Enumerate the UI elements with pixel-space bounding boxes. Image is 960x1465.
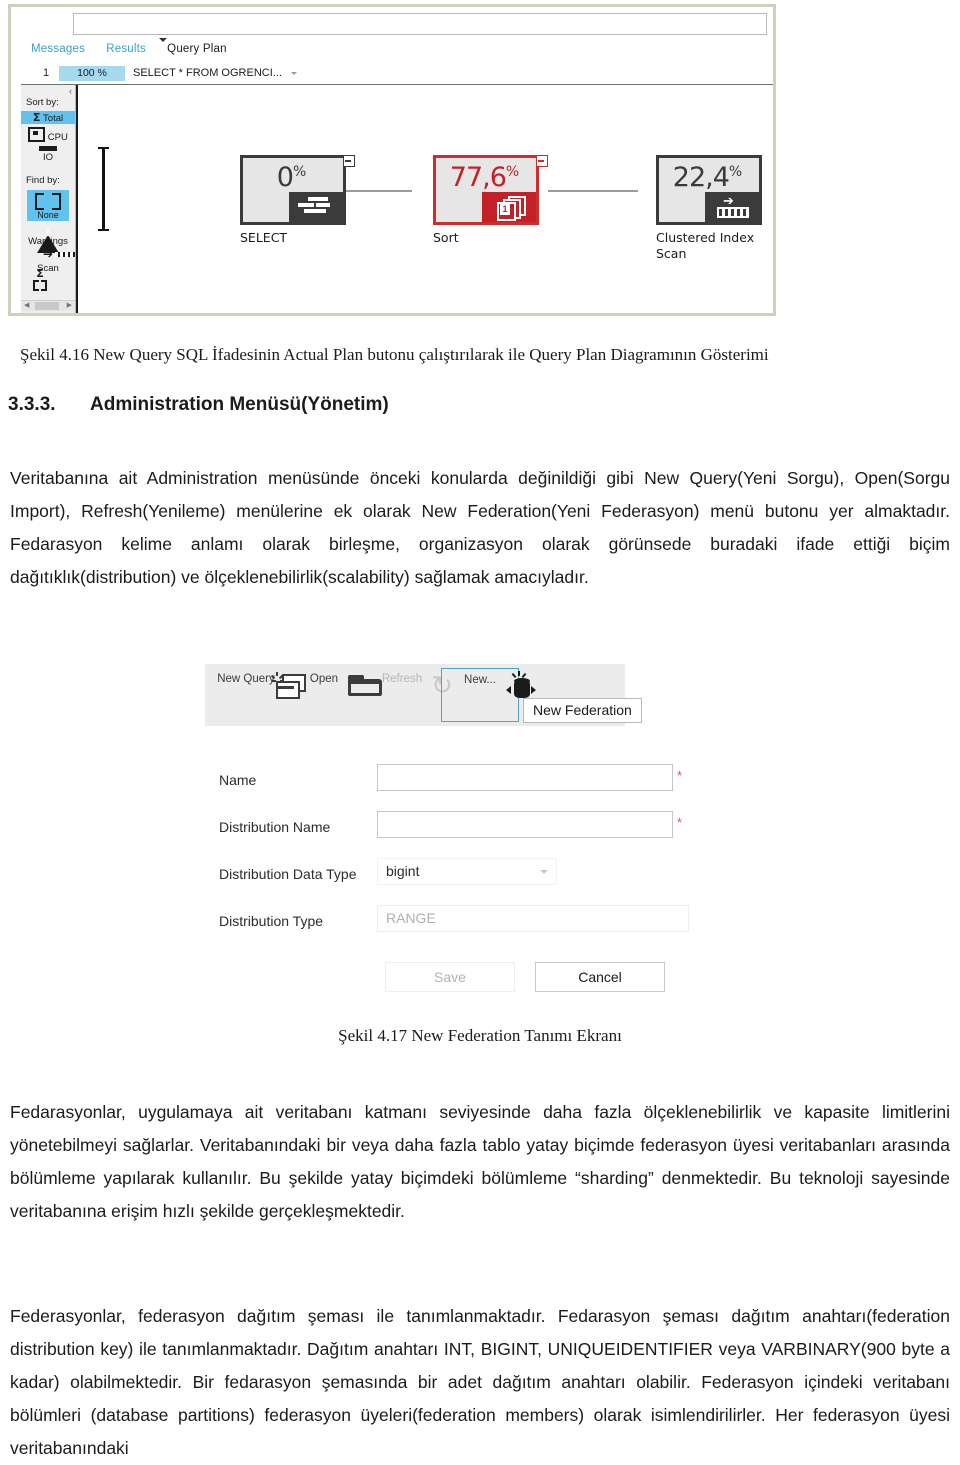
rail-option-total[interactable]: Σ Total: [21, 111, 75, 124]
new-federation-figure: New Query Open ↻ Refresh New... New Fede…: [205, 664, 725, 1014]
distribution-type-value: RANGE: [377, 905, 689, 932]
scroll-left-icon[interactable]: ◀: [24, 301, 29, 309]
form-row-distribution-name: Distribution Name *: [205, 811, 725, 858]
plan-node-select[interactable]: 0% SELECT: [240, 155, 355, 246]
plan-node-select-label: SELECT: [240, 230, 288, 245]
label-distribution-data-type: Distribution Data Type: [219, 866, 357, 882]
cancel-button[interactable]: Cancel: [535, 962, 665, 992]
tab-query-plan[interactable]: Query Plan: [167, 43, 227, 55]
rail-option-none[interactable]: None: [27, 190, 69, 221]
distribution-data-type-select[interactable]: bigint: [377, 858, 557, 885]
save-button[interactable]: Save: [385, 962, 515, 992]
result-pane-tabs: Messages Results Query Plan: [31, 43, 245, 63]
sigma-small-icon[interactable]: Σ: [36, 267, 44, 280]
new-federation-form: Name * Distribution Name * Distribution …: [205, 764, 725, 952]
collapse-node-icon[interactable]: [536, 155, 548, 167]
tooltip-new-federation: New Federation: [523, 698, 642, 723]
clustered-index-scan-icon: ➔: [705, 192, 759, 222]
label-name: Name: [219, 772, 257, 788]
chevron-down-icon: [159, 38, 167, 42]
paragraph-federation-distribution-key: Federasyonlar, federasyon dağıtım şeması…: [10, 1306, 950, 1458]
plan-node-sort[interactable]: 77,6% 1 Sort: [433, 155, 548, 246]
toolbar-button-refresh: ↻ Refresh: [363, 670, 453, 700]
plan-node-sort-label: Sort: [433, 230, 459, 245]
select-icon: [289, 192, 343, 222]
label-distribution-type: Distribution Type: [219, 913, 324, 929]
find-by-label: Find by:: [26, 175, 60, 186]
connector-select-sort: [346, 190, 412, 192]
toolbar-button-open[interactable]: Open: [285, 670, 382, 696]
scroll-right-icon[interactable]: ▶: [67, 301, 72, 309]
form-row-distribution-type: Distribution Type RANGE: [205, 905, 725, 952]
toolbar-button-new-federation[interactable]: New...: [441, 668, 536, 722]
chevron-down-icon[interactable]: [540, 870, 548, 874]
tab-results[interactable]: Results: [106, 43, 146, 55]
section-number: 3.3.3.: [8, 394, 56, 415]
plan-node-sort-cost: 77,6%: [449, 162, 519, 193]
required-marker-name: *: [677, 768, 683, 783]
toolbar-button-new-query[interactable]: New Query: [207, 670, 306, 699]
connector-sort-scan: [548, 190, 638, 192]
section-heading-333: 3.3.3. Administration Menüsü(Yönetim): [8, 394, 952, 416]
plan-node-select-cost: 0%: [276, 162, 307, 193]
paragraph-administration-menu: Veritabanına ait Administration menüsünd…: [10, 468, 950, 587]
required-marker-distribution-name: *: [677, 815, 683, 830]
rail-option-warnings[interactable]: Warnings: [21, 224, 75, 253]
section-title: Administration Menüsü(Yönetim): [90, 394, 389, 415]
rail-option-none-label: None: [37, 210, 59, 220]
vertical-ruler: [98, 147, 109, 231]
plan-node-select-box[interactable]: 0%: [240, 155, 355, 225]
plan-tool-rail: ‹ Sort by: Σ Total CPU IO Find by: None …: [21, 85, 76, 313]
sigma-icon: Σ: [32, 111, 41, 124]
query-editor-strip: [73, 13, 767, 35]
form-actions: Save Cancel: [205, 962, 725, 994]
name-input[interactable]: [377, 764, 673, 791]
statement-chevron-icon[interactable]: [291, 72, 297, 75]
query-plan-figure: Messages Results Query Plan 1 100 % SELE…: [8, 4, 776, 316]
label-distribution-name: Distribution Name: [219, 819, 331, 835]
rail-option-io[interactable]: IO: [21, 146, 75, 163]
fit-to-screen-icon[interactable]: [33, 280, 47, 291]
warning-triangle-icon: [37, 224, 59, 253]
query-statement-text: SELECT * FROM OGRENCI...: [133, 67, 282, 79]
sort-icon: 1: [482, 192, 536, 222]
plan-node-scan-box[interactable]: 22,4% ➔: [656, 155, 762, 225]
plan-node-scan-cost: 22,4%: [672, 162, 742, 193]
io-icon: [39, 146, 57, 151]
cpu-icon: [28, 127, 46, 142]
figure-caption-416: Şekil 4.16 New Query SQL İfadesinin Actu…: [20, 345, 769, 364]
figure-caption-417: Şekil 4.17 New Federation Tanımı Ekranı: [338, 1026, 622, 1045]
plan-node-sort-box[interactable]: 77,6% 1: [433, 155, 548, 225]
plan-node-clustered-index-scan[interactable]: 22,4% ➔ Clustered Index Scan: [656, 155, 762, 262]
distribution-name-input[interactable]: [377, 811, 673, 838]
scrollbar-thumb[interactable]: [35, 302, 59, 310]
paragraph-federation-scalability: Fedarasyonlar, uygulamaya ait veritabanı…: [10, 1102, 950, 1221]
query-cost-row: 1 100 % SELECT * FROM OGRENCI...: [21, 66, 773, 85]
form-row-distribution-data-type: Distribution Data Type bigint: [205, 858, 725, 905]
plan-node-scan-label: Clustered Index Scan: [656, 230, 755, 261]
collapse-rail-icon[interactable]: ‹: [69, 86, 72, 96]
query-cost-badge: 100 %: [59, 66, 125, 81]
form-row-name: Name *: [205, 764, 725, 811]
crop-brackets-icon: [35, 193, 61, 210]
rail-option-cpu[interactable]: CPU: [21, 127, 75, 143]
distribution-data-type-value: bigint: [386, 863, 420, 879]
sort-by-label: Sort by:: [26, 97, 59, 108]
tab-messages[interactable]: Messages: [31, 43, 85, 55]
row-number: 1: [43, 67, 50, 79]
rail-option-io-label: IO: [42, 152, 54, 163]
rail-footer-icons: Σ: [13, 267, 67, 291]
query-plan-canvas[interactable]: 0% SELECT 77,6% 1 Sort 22,4% ➔ Clustered…: [76, 85, 773, 313]
rail-horizontal-scrollbar[interactable]: ◀ ▶: [21, 300, 75, 311]
rail-option-cpu-label: CPU: [47, 132, 68, 143]
collapse-node-icon[interactable]: [343, 155, 355, 167]
rail-option-total-label: Total: [43, 113, 64, 124]
